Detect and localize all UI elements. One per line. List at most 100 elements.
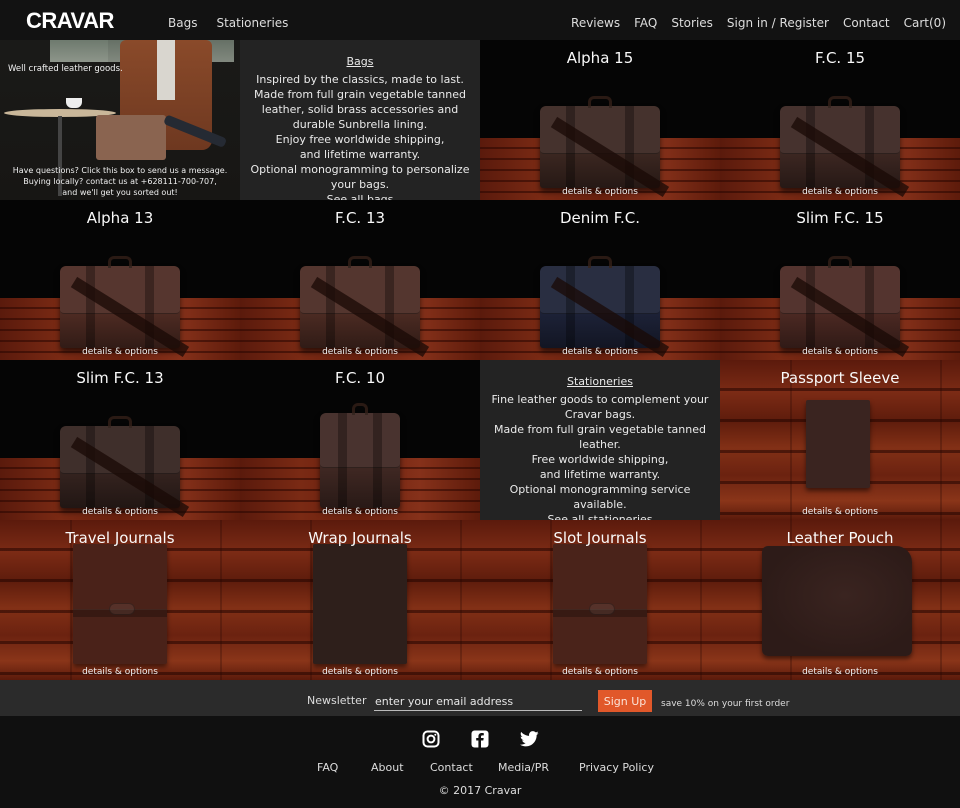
product-tile-slim-fc-13[interactable]: Slim F.C. 13 details & options bbox=[0, 360, 240, 520]
nav-cart[interactable]: Cart(0) bbox=[904, 16, 946, 30]
details-options-link[interactable]: details & options bbox=[720, 347, 960, 357]
journal-clasp bbox=[588, 602, 616, 615]
details-options-link[interactable]: details & options bbox=[480, 187, 720, 197]
product-tile-slim-fc-15[interactable]: Slim F.C. 15 details & options bbox=[720, 200, 960, 360]
product-image bbox=[60, 256, 190, 357]
see-all-bags-link[interactable]: See all bags bbox=[327, 192, 394, 200]
product-title: F.C. 10 bbox=[334, 369, 386, 387]
secondary-nav: Reviews FAQ Stories Sign in / Register C… bbox=[571, 16, 946, 30]
bag-strap-buckle bbox=[86, 266, 96, 348]
product-image bbox=[553, 544, 647, 664]
product-title: F.C. 15 bbox=[814, 49, 866, 67]
product-image bbox=[540, 96, 670, 197]
product-title: Alpha 13 bbox=[86, 209, 154, 227]
footer-link-media-pr[interactable]: Media/PR bbox=[498, 761, 579, 774]
bags-info-line: and lifetime warranty. bbox=[299, 148, 421, 161]
details-options-link[interactable]: details & options bbox=[480, 347, 720, 357]
newsletter-bar: Newsletter Sign Up save 10% on your firs… bbox=[0, 680, 960, 716]
bags-info-line: Enjoy free worldwide shipping, bbox=[275, 133, 445, 146]
footer-link-privacy-policy[interactable]: Privacy Policy bbox=[579, 761, 654, 774]
product-title: Leather Pouch bbox=[786, 529, 894, 547]
bag-strap-buckle bbox=[373, 413, 383, 508]
nav-stories[interactable]: Stories bbox=[671, 16, 713, 30]
twitter-icon[interactable] bbox=[520, 730, 539, 748]
product-image bbox=[313, 544, 407, 664]
product-title: Wrap Journals bbox=[308, 529, 412, 547]
nav-faq[interactable]: FAQ bbox=[634, 16, 657, 30]
product-image bbox=[540, 256, 670, 357]
site-header: CRAVAR Bags Stationeries Reviews FAQ Sto… bbox=[0, 0, 960, 40]
product-title: Travel Journals bbox=[65, 529, 175, 547]
details-options-link[interactable]: details & options bbox=[0, 667, 240, 677]
copyright: © 2017 Cravar bbox=[438, 784, 522, 797]
product-title: Slim F.C. 15 bbox=[796, 209, 884, 227]
product-tile-passport-sleeve[interactable]: Passport Sleeve details & options bbox=[720, 360, 960, 520]
bag-strap-buckle bbox=[806, 106, 816, 188]
product-tile-slot-journals[interactable]: Slot Journals details & options bbox=[480, 520, 720, 680]
product-tile-leather-pouch[interactable]: Leather Pouch details & options bbox=[720, 520, 960, 680]
product-image bbox=[762, 546, 912, 656]
stationeries-info-tile: Stationeries Fine leather goods to compl… bbox=[480, 360, 720, 520]
hero-message-line: and we'll get you sorted out! bbox=[62, 188, 178, 197]
footer-link-about[interactable]: About bbox=[371, 761, 430, 774]
details-options-link[interactable]: details & options bbox=[240, 667, 480, 677]
bags-info-tile: Bags Inspired by the classics, made to l… bbox=[240, 40, 480, 200]
product-tile-wrap-journals[interactable]: Wrap Journals details & options bbox=[240, 520, 480, 680]
details-options-link[interactable]: details & options bbox=[0, 507, 240, 517]
details-options-link[interactable]: details & options bbox=[720, 187, 960, 197]
newsletter-email-input[interactable] bbox=[374, 692, 582, 711]
product-tile-fc-15[interactable]: F.C. 15 details & options bbox=[720, 40, 960, 200]
stationeries-info-line: Optional monogramming service available. bbox=[509, 483, 691, 511]
footer-link-faq[interactable]: FAQ bbox=[317, 761, 371, 774]
nav-bags[interactable]: Bags bbox=[168, 16, 197, 30]
details-options-link[interactable]: details & options bbox=[720, 507, 960, 517]
product-title: F.C. 13 bbox=[334, 209, 386, 227]
details-options-link[interactable]: details & options bbox=[240, 347, 480, 357]
nav-contact[interactable]: Contact bbox=[843, 16, 890, 30]
details-options-link[interactable]: details & options bbox=[720, 667, 960, 677]
stationeries-info-line: Free worldwide shipping, bbox=[531, 453, 669, 466]
bag-strap-buckle bbox=[566, 106, 576, 188]
product-tile-travel-journals[interactable]: Travel Journals details & options bbox=[0, 520, 240, 680]
hero-contact-message[interactable]: Have questions? Click this box to send u… bbox=[0, 165, 240, 198]
nav-sign-in-register[interactable]: Sign in / Register bbox=[727, 16, 829, 30]
hero-message-line: Buying locally? contact us at +628111-70… bbox=[23, 177, 217, 186]
product-tile-denim-fc[interactable]: Denim F.C. details & options bbox=[480, 200, 720, 360]
instagram-icon[interactable] bbox=[422, 730, 440, 748]
details-options-link[interactable]: details & options bbox=[0, 347, 240, 357]
product-tile-fc-13[interactable]: F.C. 13 details & options bbox=[240, 200, 480, 360]
product-image bbox=[780, 256, 910, 357]
product-tile-alpha-13[interactable]: Alpha 13 details & options bbox=[0, 200, 240, 360]
footer-link-contact[interactable]: Contact bbox=[430, 761, 498, 774]
sign-up-button[interactable]: Sign Up bbox=[598, 690, 652, 712]
facebook-icon[interactable] bbox=[471, 730, 489, 748]
nav-stationeries[interactable]: Stationeries bbox=[216, 16, 288, 30]
shirt-image bbox=[157, 40, 175, 100]
product-image bbox=[300, 256, 430, 357]
details-options-link[interactable]: details & options bbox=[240, 507, 480, 517]
footer-nav: FAQ About Contact Media/PR Privacy Polic… bbox=[317, 761, 654, 774]
journal-clasp bbox=[108, 602, 136, 615]
details-options-link[interactable]: details & options bbox=[480, 667, 720, 677]
site-footer: FAQ About Contact Media/PR Privacy Polic… bbox=[0, 716, 960, 808]
stationeries-info-title[interactable]: Stationeries bbox=[567, 374, 633, 389]
bags-info-line: Made from full grain vegetable tanned le… bbox=[254, 88, 466, 131]
coffee-cup-image bbox=[66, 98, 82, 108]
nav-reviews[interactable]: Reviews bbox=[571, 16, 620, 30]
bag-strap-buckle bbox=[806, 266, 816, 348]
see-all-stationeries-link[interactable]: See all stationeries bbox=[547, 512, 652, 520]
product-title: Denim F.C. bbox=[559, 209, 641, 227]
bags-info-line: Optional monogramming to personalize you… bbox=[250, 163, 470, 191]
stationeries-info-line: and lifetime warranty. bbox=[539, 468, 661, 481]
bag-strap-buckle bbox=[566, 266, 576, 348]
product-title: Alpha 15 bbox=[566, 49, 634, 67]
bags-info-title[interactable]: Bags bbox=[346, 54, 373, 69]
product-tile-alpha-15[interactable]: Alpha 15 details & options bbox=[480, 40, 720, 200]
contact-hero-tile[interactable]: Well crafted leather goods. Have questio… bbox=[0, 40, 240, 200]
product-grid: Well crafted leather goods. Have questio… bbox=[0, 40, 960, 680]
product-title: Slim F.C. 13 bbox=[76, 369, 164, 387]
bag-strap-buckle bbox=[86, 426, 96, 508]
logo[interactable]: CRAVAR bbox=[26, 8, 114, 34]
product-tile-fc-10[interactable]: F.C. 10 details & options bbox=[240, 360, 480, 520]
bags-info-line: Inspired by the classics, made to last. bbox=[256, 73, 464, 86]
